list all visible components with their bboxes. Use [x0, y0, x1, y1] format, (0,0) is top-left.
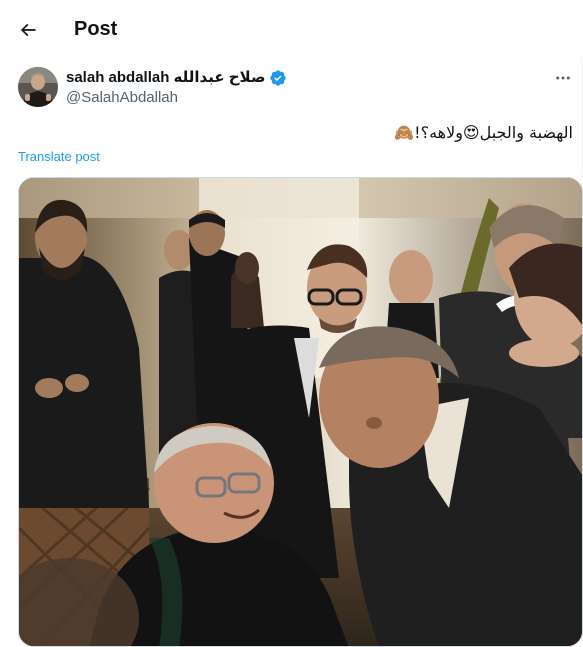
more-options-button[interactable] — [549, 66, 577, 90]
post-text: الهضبة والجبل😍ولاهه؟!🙈 — [394, 123, 573, 142]
post-detail-page: Post salah abdallah صلاح عبدالله @SalahA… — [0, 0, 583, 647]
verified-badge-icon — [270, 70, 287, 86]
author-name[interactable]: salah abdallah صلاح عبدالله — [66, 68, 265, 88]
top-header: Post — [0, 0, 582, 58]
translate-post-link[interactable]: Translate post — [18, 149, 100, 165]
arrow-left-icon — [20, 23, 36, 37]
more-horizontal-icon — [556, 76, 570, 80]
author-handle[interactable]: @SalahAbdallah — [66, 88, 178, 108]
avatar[interactable] — [18, 67, 58, 107]
author-name-row[interactable]: salah abdallah صلاح عبدالله — [66, 68, 287, 88]
post-photo[interactable] — [18, 177, 583, 647]
photo-image — [19, 178, 582, 646]
page-title: Post — [74, 18, 118, 40]
back-button[interactable] — [10, 12, 46, 48]
